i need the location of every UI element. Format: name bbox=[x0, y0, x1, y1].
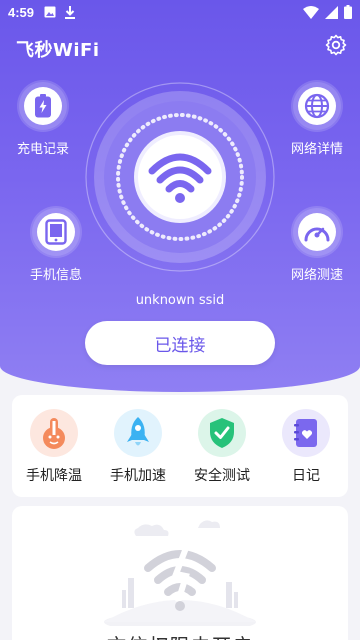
image-icon bbox=[44, 6, 56, 18]
wifi-dial[interactable] bbox=[84, 81, 276, 273]
status-bar: 4:59 bbox=[0, 0, 360, 24]
wifi-icon bbox=[303, 5, 319, 19]
tools-card: 手机降温 手机加速 安全测试 日记 bbox=[12, 395, 348, 497]
ssid-label: unknown ssid bbox=[135, 293, 225, 308]
thermometer-icon bbox=[43, 418, 65, 449]
phone-cooling-label: 手机降温 bbox=[26, 468, 82, 484]
network-details-button[interactable]: 网络详情 bbox=[277, 82, 357, 157]
broken-wifi-illustration bbox=[104, 520, 256, 626]
globe-icon bbox=[304, 93, 330, 119]
status-time: 4:59 bbox=[8, 4, 35, 20]
tablet-icon bbox=[45, 219, 67, 245]
shield-icon bbox=[210, 418, 234, 448]
hero-panel: 4:59 飞秒WiFi 充电记录 网络详情 手机信息 网络测速 unknown … bbox=[0, 0, 360, 392]
speedometer-icon bbox=[304, 227, 330, 242]
app-title: 飞秒WiFi bbox=[16, 40, 100, 61]
gear-icon[interactable] bbox=[324, 33, 348, 57]
charge-record-button[interactable]: 充电记录 bbox=[3, 82, 83, 157]
permission-text: 充信权限未开启 bbox=[12, 630, 348, 640]
permission-card: 充信权限未开启 bbox=[12, 506, 348, 640]
network-speed-button[interactable]: 网络测速 bbox=[277, 208, 357, 283]
phone-cooling-button[interactable]: 手机降温 bbox=[18, 409, 90, 485]
download-icon bbox=[65, 5, 76, 19]
battery-charge-icon bbox=[35, 94, 51, 118]
connect-status-button[interactable]: 已连接 bbox=[85, 321, 275, 365]
security-test-label: 安全测试 bbox=[194, 468, 250, 484]
charge-record-label: 充电记录 bbox=[16, 142, 69, 157]
diary-icon bbox=[294, 419, 317, 447]
diary-button[interactable]: 日记 bbox=[270, 409, 342, 485]
phone-boost-label: 手机加速 bbox=[110, 468, 166, 484]
security-test-button[interactable]: 安全测试 bbox=[186, 409, 258, 485]
network-speed-label: 网络测速 bbox=[290, 268, 343, 283]
battery-icon bbox=[344, 5, 352, 19]
network-details-label: 网络详情 bbox=[290, 142, 343, 157]
rocket-icon bbox=[127, 417, 149, 446]
signal-icon bbox=[325, 5, 338, 19]
phone-boost-button[interactable]: 手机加速 bbox=[102, 409, 174, 485]
diary-label: 日记 bbox=[292, 468, 320, 484]
